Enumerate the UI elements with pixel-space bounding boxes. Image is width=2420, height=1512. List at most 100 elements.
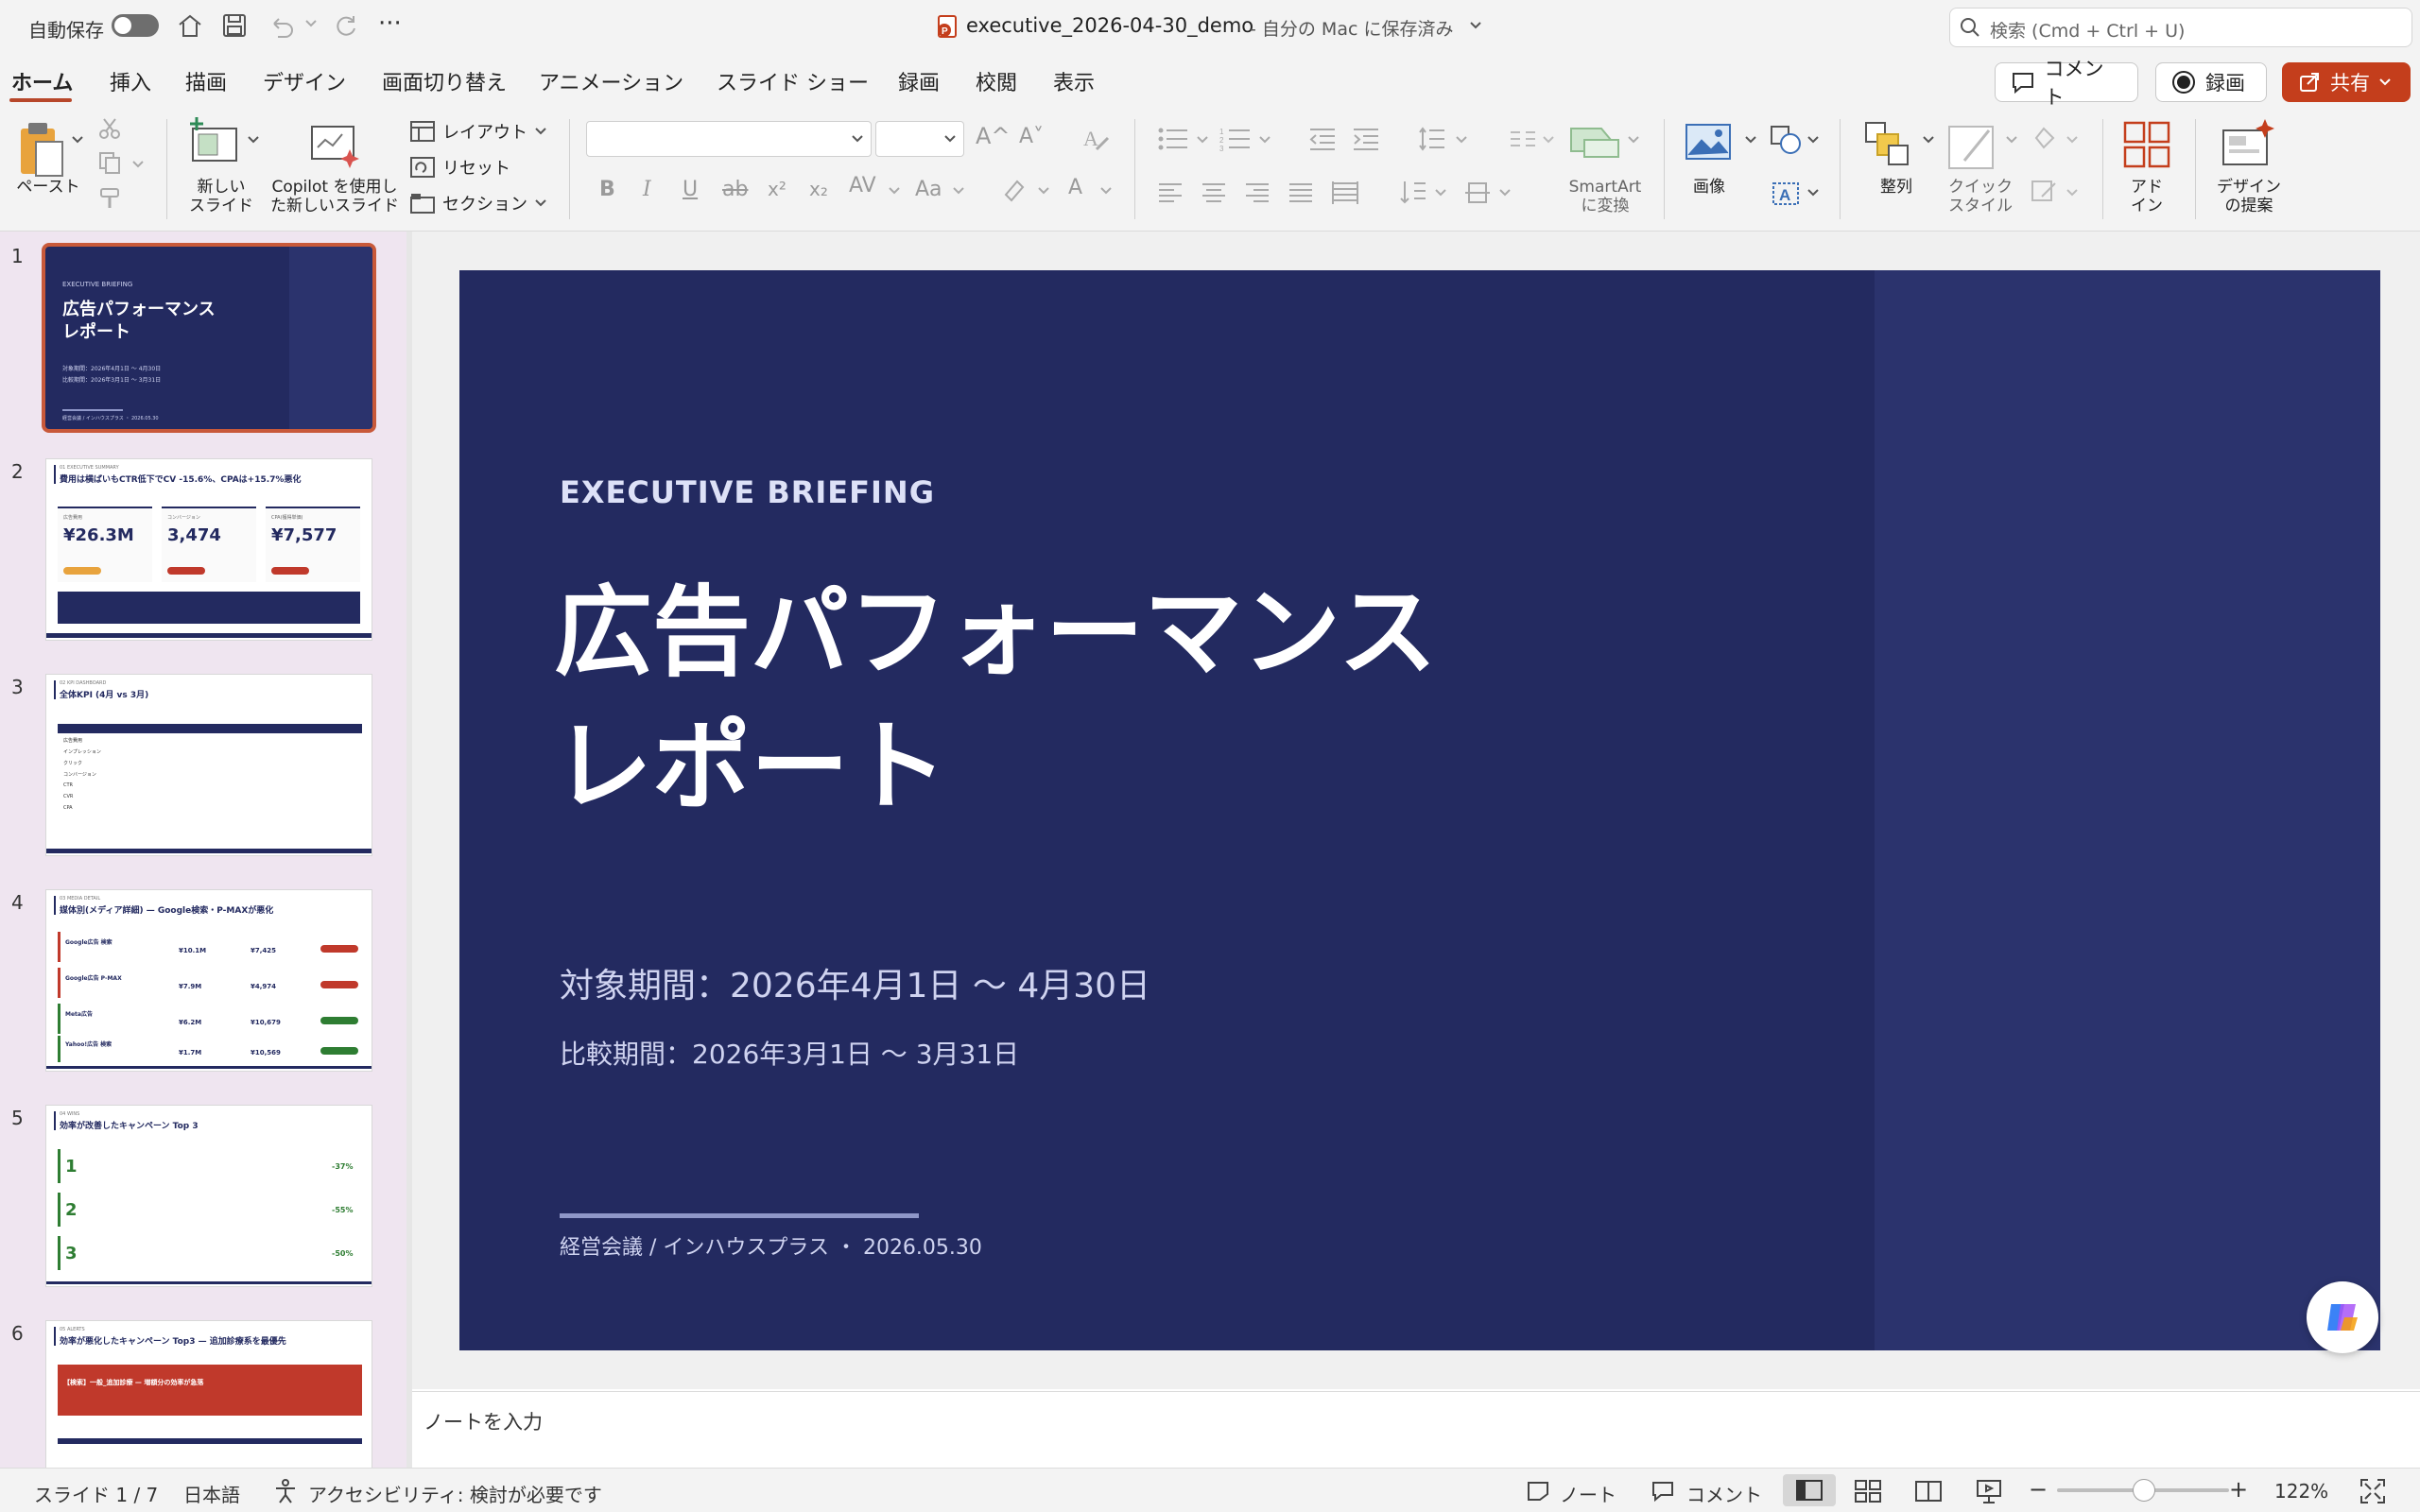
- chevron-down-icon[interactable]: [248, 136, 259, 144]
- chevron-down-icon[interactable]: [1499, 189, 1511, 197]
- undo-icon[interactable]: [268, 12, 297, 39]
- text-direction-icon[interactable]: [1399, 180, 1427, 206]
- align-text-icon[interactable]: [1463, 180, 1492, 206]
- save-status[interactable]: - 自分の Mac に保存済み: [1250, 15, 1453, 41]
- redo-icon[interactable]: [333, 12, 359, 39]
- line-spacing-icon[interactable]: [1418, 127, 1446, 151]
- slide-footer[interactable]: 経営会議 / インハウスプラス ・ 2026.05.30: [560, 1230, 982, 1261]
- slide-kicker[interactable]: EXECUTIVE BRIEFING: [560, 474, 935, 510]
- chevron-down-icon[interactable]: [1259, 136, 1270, 144]
- chevron-down-icon[interactable]: [1435, 189, 1446, 197]
- font-shrink-icon[interactable]: A˅: [1019, 125, 1044, 148]
- italic-icon[interactable]: I: [643, 178, 651, 201]
- save-icon[interactable]: [221, 12, 248, 39]
- chevron-down-icon[interactable]: [1628, 136, 1639, 144]
- share-button[interactable]: 共有: [2282, 62, 2411, 102]
- tab-insert[interactable]: 挿入: [110, 66, 151, 96]
- accessibility-status[interactable]: アクセシビリティ: 検討が必要です: [308, 1480, 602, 1507]
- copilot-slide-icon[interactable]: [308, 121, 361, 168]
- thumbnail-slide-4[interactable]: 03 MEDIA DETAIL 媒体別(メディア詳細) — Google検索・P…: [45, 889, 372, 1072]
- accessibility-icon[interactable]: [272, 1478, 299, 1504]
- undo-dropdown-icon[interactable]: [304, 19, 318, 28]
- reset-button[interactable]: リセット: [410, 155, 510, 180]
- chevron-down-icon[interactable]: [1745, 136, 1756, 144]
- shapes-icon[interactable]: [1770, 125, 1804, 155]
- thumbnail-slide-1[interactable]: EXECUTIVE BRIEFING 広告パフォーマンス レポート 対象期間：2…: [42, 243, 376, 433]
- chevron-down-icon[interactable]: [1807, 189, 1819, 197]
- chevron-down-icon[interactable]: [1469, 21, 1482, 30]
- justify-icon[interactable]: [1288, 181, 1314, 204]
- tab-draw[interactable]: 描画: [185, 66, 227, 96]
- home-icon[interactable]: [176, 12, 204, 39]
- slide-compare-period[interactable]: 比較期間：2026年3月1日 〜 3月31日: [560, 1034, 1019, 1072]
- record-button[interactable]: 録画: [2155, 62, 2267, 102]
- comment-icon[interactable]: [1651, 1480, 1675, 1503]
- slide-thumbnail-panel[interactable]: 1 EXECUTIVE BRIEFING 広告パフォーマンス レポート 対象期間…: [0, 232, 406, 1468]
- slide-sorter-icon[interactable]: [1855, 1480, 1881, 1503]
- image-icon[interactable]: [1685, 123, 1732, 161]
- normal-view-button[interactable]: [1783, 1474, 1836, 1506]
- shape-outline-icon[interactable]: [2031, 178, 2059, 204]
- slide-title-line-1[interactable]: 広告パフォーマンス: [554, 552, 1437, 695]
- quick-style-icon[interactable]: [1947, 119, 1998, 170]
- smartart-icon[interactable]: [1569, 123, 1622, 161]
- tab-transitions[interactable]: 画面切り替え: [382, 66, 507, 96]
- shape-fill-icon[interactable]: [2031, 125, 2059, 151]
- tab-review[interactable]: 校閲: [976, 66, 1017, 96]
- copy-icon[interactable]: [98, 151, 121, 174]
- clear-format-icon[interactable]: A: [1081, 125, 1110, 153]
- chevron-down-icon[interactable]: [1923, 136, 1934, 144]
- numbering-icon[interactable]: 123: [1219, 127, 1252, 151]
- slide-title-line-2[interactable]: レポート: [554, 686, 947, 829]
- chevron-down-icon[interactable]: [72, 136, 83, 144]
- chevron-down-icon[interactable]: [2066, 136, 2078, 144]
- copilot-button[interactable]: [2307, 1281, 2378, 1353]
- change-case-icon[interactable]: Aa: [915, 178, 942, 201]
- autosave-toggle[interactable]: [112, 14, 159, 37]
- underline-icon[interactable]: U: [683, 178, 698, 201]
- thumbnail-slide-6[interactable]: 05 ALERTS 効率が悪化したキャンペーン Top3 — 追加診療系を最優先…: [45, 1320, 372, 1468]
- character-spacing-icon[interactable]: AV: [849, 174, 876, 198]
- thumbnail-slide-2[interactable]: 01 EXECUTIVE SUMMARY 費用は横ばいもCTR低下でCV -15…: [45, 458, 372, 641]
- slide-period[interactable]: 対象期間：2026年4月1日 〜 4月30日: [560, 958, 1150, 1007]
- new-slide-icon[interactable]: [187, 117, 240, 166]
- chevron-down-icon[interactable]: [132, 161, 144, 168]
- arrange-icon[interactable]: [1864, 121, 1911, 166]
- format-painter-icon[interactable]: [98, 187, 121, 210]
- chevron-down-icon[interactable]: [1543, 136, 1554, 144]
- font-size-select[interactable]: [875, 121, 964, 157]
- tab-record[interactable]: 録画: [898, 66, 940, 96]
- more-icon[interactable]: ···: [378, 9, 402, 38]
- addins-icon[interactable]: [2123, 121, 2170, 168]
- zoom-out-button[interactable]: −: [2029, 1476, 2048, 1503]
- chevron-down-icon[interactable]: [889, 187, 900, 195]
- strikethrough-icon[interactable]: ab: [722, 178, 748, 201]
- search-box[interactable]: 検索 (Cmd + Ctrl + U): [1949, 8, 2412, 47]
- align-left-icon[interactable]: [1157, 181, 1184, 204]
- highlight-icon[interactable]: [1000, 176, 1028, 204]
- bullets-icon[interactable]: [1157, 127, 1189, 151]
- language-indicator[interactable]: 日本語: [183, 1480, 240, 1507]
- chevron-down-icon[interactable]: [1807, 136, 1819, 144]
- chevron-down-icon[interactable]: [2066, 189, 2078, 197]
- distributed-icon[interactable]: [1331, 180, 1359, 206]
- slideshow-view-icon[interactable]: [1976, 1478, 2002, 1504]
- zoom-in-button[interactable]: +: [2229, 1476, 2248, 1503]
- subscript-icon[interactable]: x₂: [809, 178, 828, 200]
- notes-icon[interactable]: [1526, 1480, 1550, 1503]
- align-center-icon[interactable]: [1201, 181, 1227, 204]
- fit-slide-icon[interactable]: [2360, 1478, 2386, 1504]
- chevron-down-icon[interactable]: [1197, 136, 1208, 144]
- bold-icon[interactable]: B: [599, 178, 615, 201]
- superscript-icon[interactable]: x²: [768, 178, 786, 200]
- increase-indent-icon[interactable]: [1352, 127, 1380, 151]
- notes-placeholder[interactable]: ノートを入力: [424, 1407, 543, 1435]
- thumbnail-slide-5[interactable]: 04 WINS 効率が改善したキャンペーン Top 3 1 -37% 2 -55…: [45, 1105, 372, 1287]
- designer-icon[interactable]: [2221, 117, 2274, 170]
- tab-slideshow[interactable]: スライド ショー: [717, 66, 869, 96]
- paste-icon[interactable]: [17, 119, 66, 180]
- zoom-slider-thumb[interactable]: [2133, 1479, 2155, 1502]
- columns-icon[interactable]: [1509, 129, 1537, 149]
- font-family-select[interactable]: [586, 121, 872, 157]
- text-box-icon[interactable]: A: [1772, 180, 1802, 208]
